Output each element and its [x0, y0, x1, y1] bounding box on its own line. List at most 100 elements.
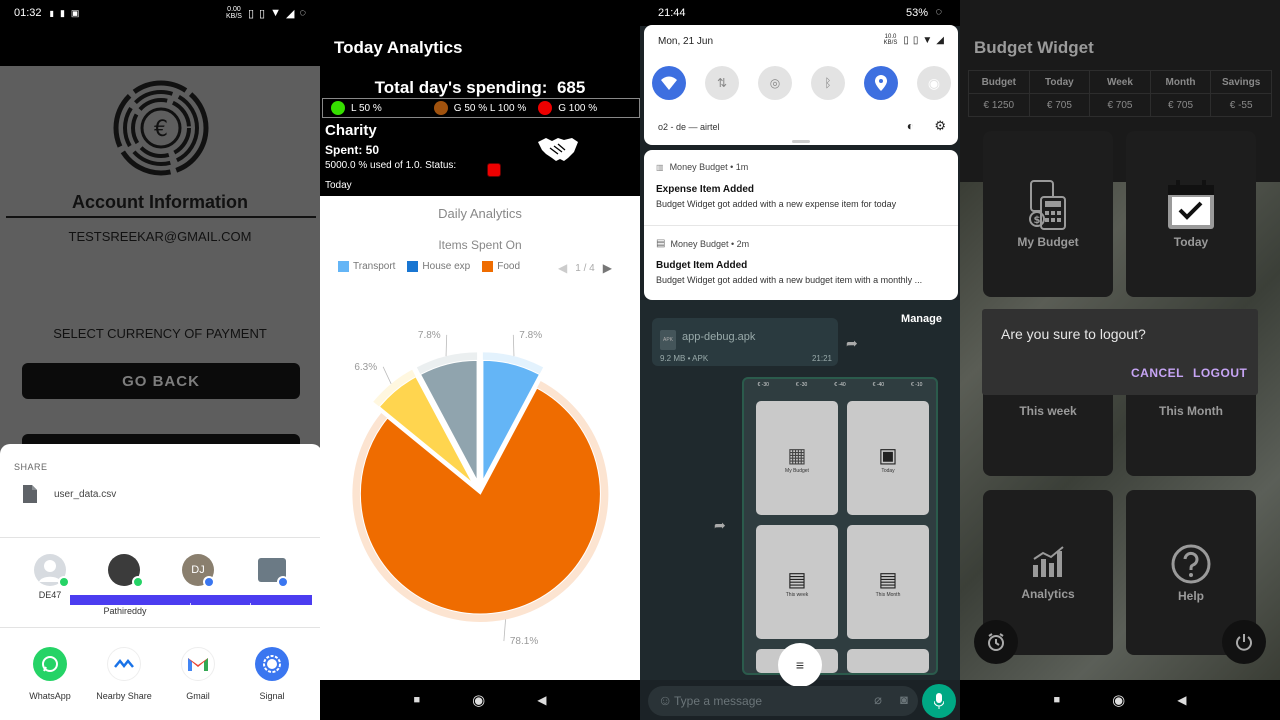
- image-message[interactable]: € -30 € -30 € -40 € -40 € -10 ▦ My Budget ▣ …: [742, 377, 938, 675]
- legend-item: G 100 %: [538, 101, 597, 115]
- wifi-icon: [661, 76, 677, 90]
- image-icon: ▣: [70, 7, 80, 18]
- notification-title[interactable]: Expense Item Added: [656, 184, 754, 195]
- apk-message[interactable]: APK app-debug.apk 9.2 MB • APK 21:21: [652, 318, 838, 366]
- message-placeholder: Type a message: [674, 694, 763, 708]
- signal-icon: [255, 647, 289, 681]
- status-bar: 21:44 53% ◌: [640, 0, 960, 26]
- recents-icon[interactable]: ■: [1054, 694, 1061, 706]
- selection-highlight: [70, 595, 312, 605]
- fingerprint-tile[interactable]: ◉: [917, 66, 951, 100]
- status-time: 21:44: [658, 7, 686, 19]
- pie-slice[interactable]: [359, 387, 601, 615]
- notification-title[interactable]: Budget Item Added: [656, 260, 747, 271]
- notification-body[interactable]: Budget Widget got added with a new expen…: [656, 199, 946, 209]
- share-app-whatsapp[interactable]: WhatsApp: [13, 647, 87, 701]
- home-icon[interactable]: ◉: [472, 691, 485, 709]
- table-header: Savings: [1210, 70, 1272, 94]
- table-header: Week: [1089, 70, 1151, 94]
- contact-pathireddy[interactable]: [89, 554, 159, 588]
- forward-icon[interactable]: ➦: [714, 517, 726, 534]
- contact-dj[interactable]: DJ: [163, 554, 233, 588]
- card-today[interactable]: Today: [1126, 131, 1256, 297]
- apk-time: 21:21: [811, 354, 832, 363]
- location-tile[interactable]: [864, 66, 898, 100]
- share-sheet: SHARE user_data.csv DE47 DJ Pathireddy W…: [0, 444, 320, 720]
- notification-body[interactable]: Budget Widget got added with a new budge…: [656, 275, 946, 285]
- theme-toggle-icon[interactable]: ◐: [907, 119, 914, 133]
- wifi-tile[interactable]: [652, 66, 686, 100]
- contact-photo[interactable]: [237, 554, 307, 588]
- contact-de47[interactable]: DE47: [15, 554, 85, 600]
- table-row: € 1250 € 705 € 705 € 705 € -55: [968, 93, 1272, 117]
- shared-file: user_data.csv: [22, 484, 116, 504]
- mic-button[interactable]: [922, 684, 956, 718]
- back-icon[interactable]: ◀: [1177, 693, 1186, 707]
- data-arrows-icon: ⇅: [716, 76, 728, 90]
- daily-analytics-title: Daily Analytics: [438, 206, 522, 221]
- share-app-gmail[interactable]: Gmail: [161, 647, 235, 701]
- pie-label-leader: [503, 619, 506, 642]
- cell-icon: ◢: [936, 34, 944, 46]
- manage-button[interactable]: Manage: [901, 313, 942, 325]
- total-spending: Total day's spending: 685: [374, 78, 586, 97]
- attach-icon[interactable]: ⌀: [874, 692, 882, 708]
- nav-bar: ■ ◉ ◀: [960, 680, 1280, 720]
- mic-icon: [934, 693, 944, 709]
- back-icon[interactable]: ◀: [537, 693, 546, 707]
- status-icons: 10.0 KB/S ▯ ▯ ▼ ◢: [884, 34, 944, 46]
- message-input[interactable]: ☺ Type a message ⌀ ◙: [648, 686, 918, 716]
- cancel-button[interactable]: CANCEL: [1131, 366, 1184, 380]
- drag-handle[interactable]: [792, 140, 810, 143]
- phone-icon: ▯: [247, 7, 255, 20]
- hotspot-tile[interactable]: ◎: [758, 66, 792, 100]
- green-dot-icon: [331, 101, 345, 115]
- mobile-data-tile[interactable]: ⇅: [705, 66, 739, 100]
- emoji-icon[interactable]: ☺: [658, 692, 672, 708]
- settings-gear-icon[interactable]: ⚙: [934, 118, 946, 134]
- next-page-icon[interactable]: ▶: [603, 261, 612, 275]
- contact-name: Pathireddy: [103, 606, 147, 616]
- notification-header: ▥ Money Budget • 1m: [656, 162, 749, 172]
- app-name: Nearby Share: [96, 691, 152, 701]
- cell-icon: ◢: [285, 7, 295, 20]
- compose-fab[interactable]: ≡: [778, 643, 822, 687]
- alarm-button[interactable]: [974, 620, 1018, 664]
- legend-item: G 50 % L 100 %: [433, 101, 526, 115]
- date: Mon, 21 Jun: [658, 36, 714, 47]
- select-currency-label: SELECT CURRENCY OF PAYMENT: [53, 326, 267, 341]
- forward-icon[interactable]: ➦: [846, 335, 858, 352]
- fingerprint-icon: ◉: [927, 74, 941, 91]
- network-name: o2 - de — airtel: [658, 122, 720, 132]
- share-app-nearby[interactable]: Nearby Share: [87, 647, 161, 701]
- recents-icon[interactable]: ■: [414, 694, 421, 706]
- home-icon[interactable]: ◉: [1112, 691, 1125, 709]
- table-cell: € 1250: [968, 93, 1030, 117]
- whatsapp-icon: [33, 647, 67, 681]
- table-header: Month: [1149, 70, 1212, 94]
- share-app-signal[interactable]: Signal: [235, 647, 309, 701]
- hotspot-icon: ◎: [769, 76, 781, 90]
- divider: [644, 225, 958, 226]
- bar-chart-icon: [1033, 545, 1064, 577]
- app-name: Gmail: [186, 691, 210, 701]
- nearby-share-icon: [107, 647, 141, 681]
- prev-page-icon[interactable]: ◀: [558, 261, 567, 275]
- wifi-icon: ▼: [270, 7, 281, 19]
- bluetooth-tile[interactable]: ᛒ: [811, 66, 845, 100]
- power-button[interactable]: [1222, 620, 1266, 664]
- app-bar: Today Analytics: [320, 0, 640, 70]
- camera-icon[interactable]: ◙: [900, 692, 908, 707]
- notification-header: ▤ Money Budget • 2m: [656, 238, 750, 249]
- card-my-budget[interactable]: $ My Budget: [983, 131, 1113, 297]
- bluetooth-icon: ᛒ: [824, 76, 832, 90]
- apk-file-icon: APK: [660, 330, 676, 350]
- pie-label-leader: [512, 334, 515, 357]
- avatar: [108, 554, 144, 588]
- svg-text:€: €: [154, 117, 168, 142]
- speed-indicator: 10.0 KB/S: [883, 34, 898, 46]
- file-icon: [23, 485, 37, 503]
- mini-card-my-budget: ▦ My Budget: [756, 401, 838, 515]
- logout-button[interactable]: LOGOUT: [1193, 366, 1247, 380]
- go-back-button[interactable]: GO BACK: [22, 363, 300, 399]
